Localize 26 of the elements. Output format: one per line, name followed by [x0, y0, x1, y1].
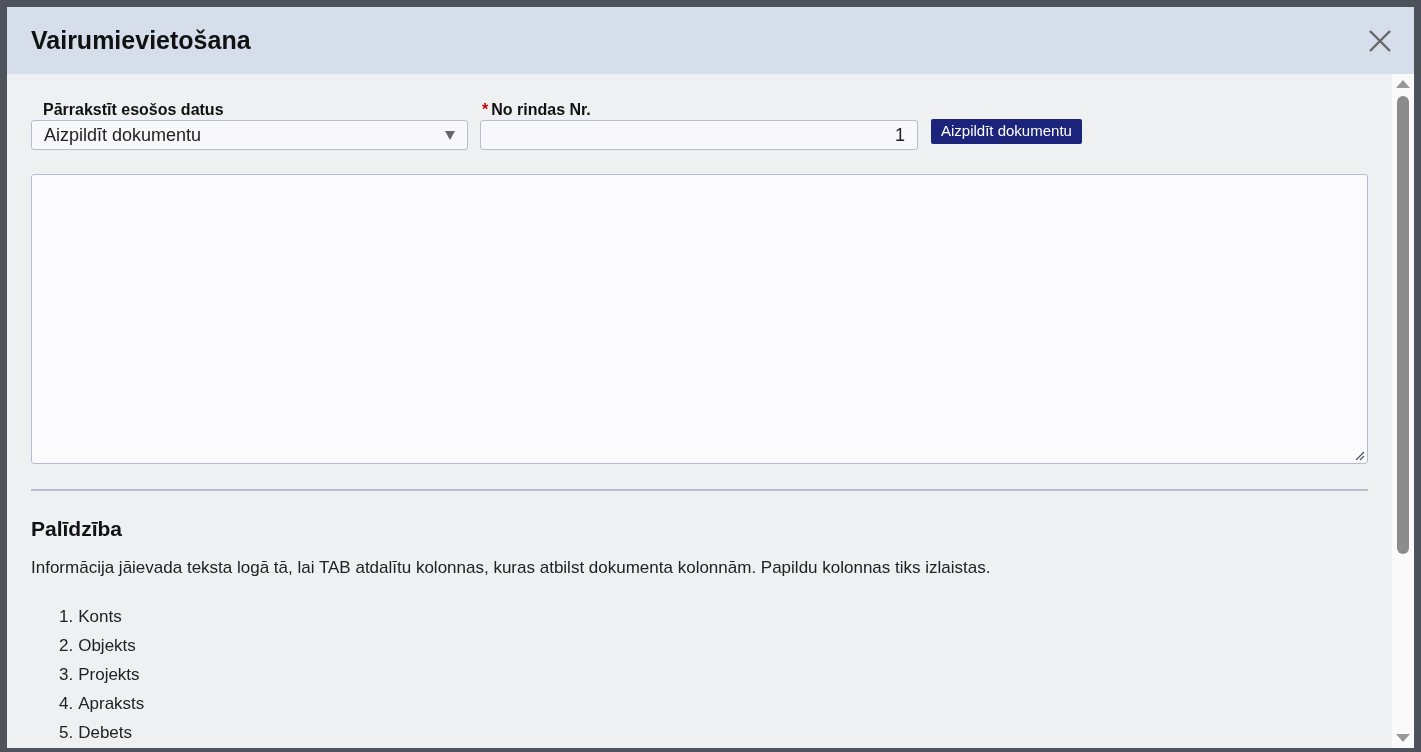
close-icon	[1369, 29, 1391, 52]
list-item: Apraksts	[78, 692, 145, 715]
scroll-down-icon	[1396, 734, 1410, 742]
scrollbar-thumb[interactable]	[1397, 96, 1409, 554]
scroll-up-icon	[1396, 80, 1410, 88]
scrollbar[interactable]	[1392, 74, 1414, 748]
dropdown-caret-icon	[445, 130, 455, 140]
field-label: Pārrakstīt esošos datus	[42, 100, 225, 120]
row-number-field[interactable]: 1	[480, 120, 918, 150]
dialog-title: Vairumievietošana	[31, 24, 251, 56]
resize-handle-icon	[1355, 451, 1365, 461]
list-number: 1.	[59, 605, 74, 628]
list-number: 2.	[59, 634, 74, 657]
list-item: Projekts	[78, 663, 140, 686]
list-item: Debets	[78, 721, 133, 744]
required-mark: *	[482, 100, 489, 120]
list-item: Objekts	[78, 634, 136, 657]
list-number: 3.	[59, 663, 74, 686]
fill-document-button[interactable]: Aizpildīt dokumentu	[931, 119, 1082, 144]
help-heading: Palīdzība	[31, 516, 124, 542]
list-number: 4.	[59, 692, 74, 715]
overwrite-select[interactable]: Aizpildīt dokumentu	[31, 120, 468, 150]
list-item: Konts	[78, 605, 122, 628]
help-text: Informācija jāievada teksta logā tā, lai TAB atdalītu kolonnas, kuras atbilst dokumenta kolonnām. Papildu kolonnas tiks izlaistas.	[31, 556, 992, 579]
list-number: 5.	[59, 721, 74, 744]
field-label: No rindas Nr.	[491, 100, 591, 120]
